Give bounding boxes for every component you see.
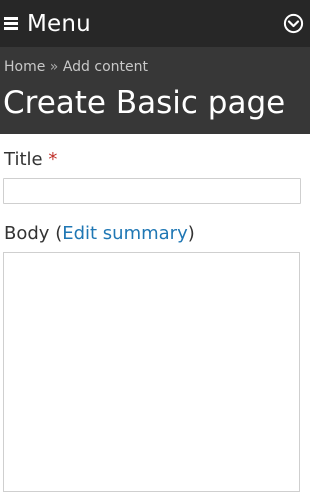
body-label: Body (Edit summary) <box>4 222 195 246</box>
page-header: Home » Add content Create Basic page <box>0 47 310 134</box>
title-input[interactable] <box>3 178 301 204</box>
page-title: Create Basic page <box>3 85 286 121</box>
chevron-down-circle-icon[interactable] <box>283 13 304 34</box>
breadcrumb: Home » Add content <box>4 58 148 76</box>
breadcrumb-link-add-content[interactable]: Add content <box>63 59 148 75</box>
menu-button[interactable]: Menu <box>27 9 91 39</box>
edit-summary-link[interactable]: Edit summary <box>62 223 188 244</box>
body-textarea[interactable] <box>3 252 300 492</box>
toolbar: Menu <box>0 0 310 47</box>
title-label: Title * <box>4 148 57 172</box>
title-label-text: Title <box>4 149 43 170</box>
body-label-close-paren: ) <box>187 223 195 244</box>
breadcrumb-separator: » <box>49 59 59 75</box>
required-marker: * <box>48 149 58 170</box>
hamburger-icon[interactable] <box>4 17 18 30</box>
breadcrumb-link-home[interactable]: Home <box>4 59 45 75</box>
body-label-text: Body <box>4 223 50 244</box>
